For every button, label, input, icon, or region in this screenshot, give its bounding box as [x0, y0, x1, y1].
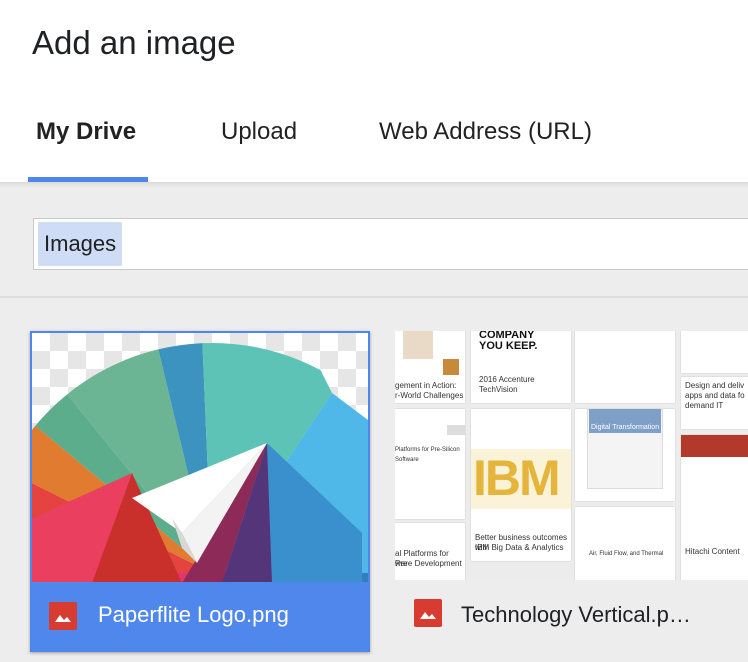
doc-page: Digital Transformation [575, 409, 675, 501]
section-divider [0, 296, 748, 298]
header-shadow [0, 182, 748, 188]
doc-page: Air, Fluid Flow, and Thermal [575, 507, 675, 580]
file-card-paperflite-logo[interactable]: Paperflite Logo.png [30, 331, 370, 652]
doc-page: gement in Action: r-World Challenges [395, 331, 465, 403]
tab-web-address[interactable]: Web Address (URL) [379, 118, 592, 146]
file-card-technology-vertical[interactable]: gement in Action: r-World Challenges Pla… [395, 331, 748, 652]
doc-page: IBM Better business outcomes with IBM Bi… [471, 409, 571, 561]
dialog-header: Add an image My Drive Upload Web Address… [0, 0, 748, 182]
doc-page: al Platforms for Pre- ware Development [395, 523, 465, 580]
breadcrumb-item-images[interactable]: Images [38, 222, 123, 266]
file-name: Technology Vertical.p… [461, 602, 691, 627]
doc-page: Design and deliv apps and data fo demand… [681, 377, 748, 429]
doc-page: Hitachi Content [681, 435, 748, 580]
file-thumbnail [32, 333, 368, 582]
doc-page [575, 331, 675, 403]
file-thumbnail: gement in Action: r-World Challenges Pla… [395, 331, 748, 580]
dialog-title: Add an image [32, 24, 236, 61]
file-card-footer: Paperflite Logo.png [32, 582, 368, 652]
image-file-icon [49, 602, 77, 630]
image-file-icon [414, 599, 442, 627]
file-name: Paperflite Logo.png [98, 602, 289, 627]
tab-my-drive[interactable]: My Drive [36, 118, 136, 146]
doc-page [681, 331, 748, 373]
breadcrumb: Images [33, 218, 748, 270]
paperflite-logo-image [32, 343, 368, 582]
tab-upload[interactable]: Upload [221, 118, 297, 146]
doc-page: Platforms for Pre-Silicon Software [395, 409, 465, 519]
doc-page: COMPANY YOU KEEP. 2016 Accenture TechVis… [471, 331, 571, 403]
